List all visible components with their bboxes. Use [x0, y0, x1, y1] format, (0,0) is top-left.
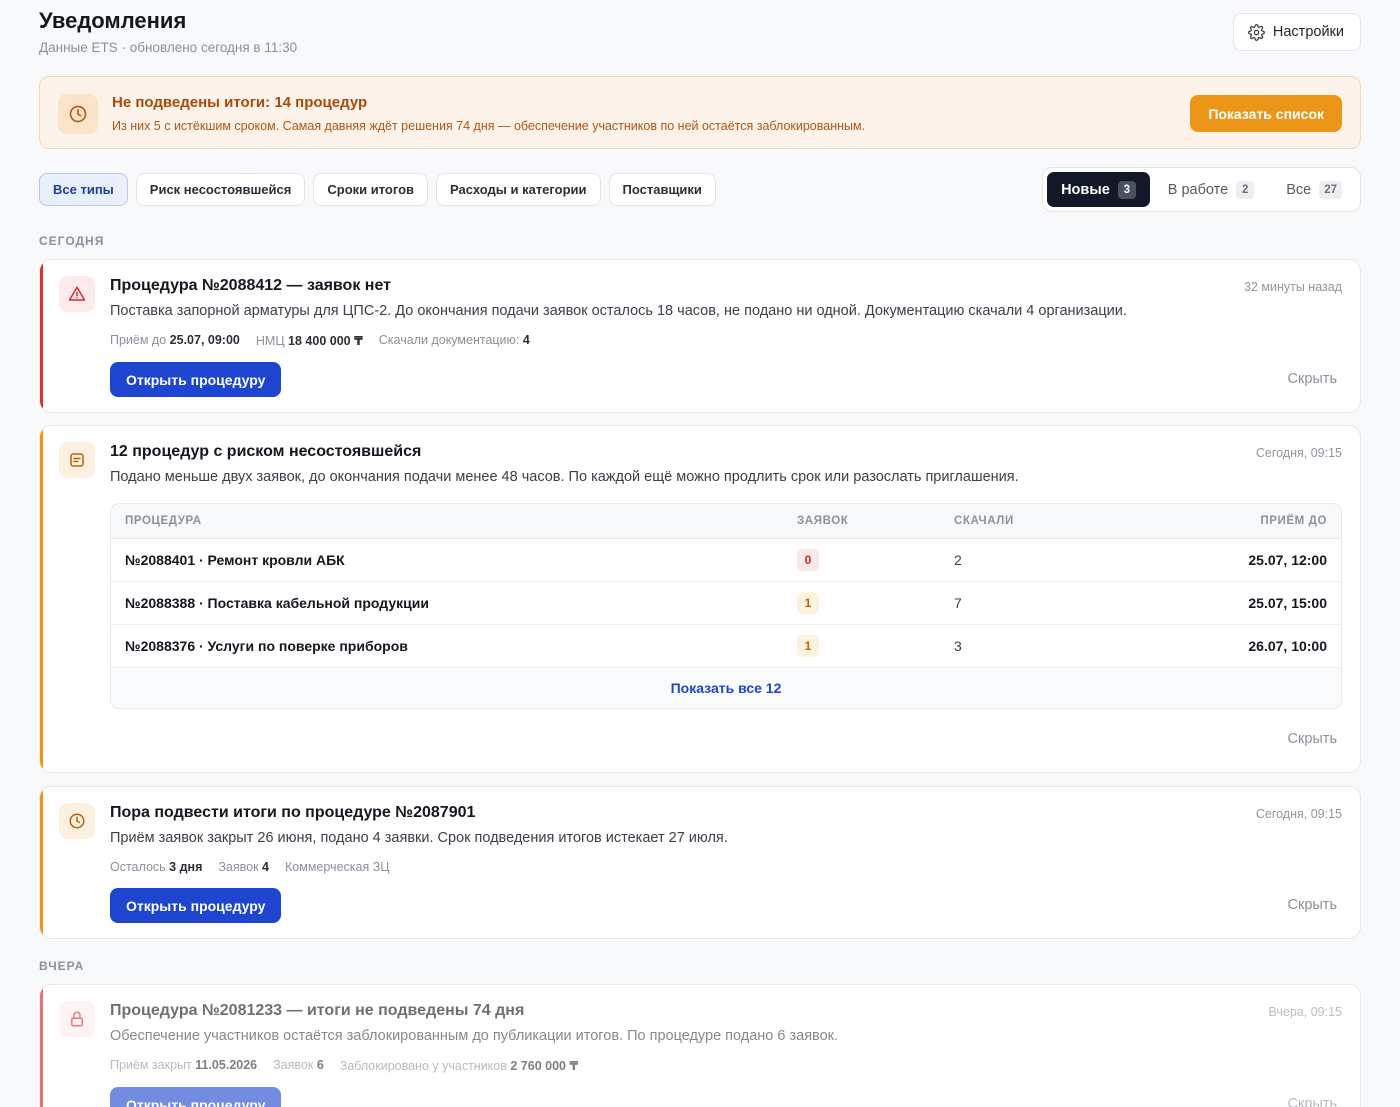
card-accent — [40, 426, 43, 772]
tab-in-progress-count: 2 — [1236, 180, 1255, 199]
card-title: Процедура №2081233 — итоги не подведены … — [110, 1002, 525, 1019]
settings-label: Настройки — [1272, 24, 1344, 40]
filter-failure-risk[interactable]: Риск несостоявшейся — [135, 173, 306, 206]
table-header: ПРОЦЕДУРА ЗАЯВОК СКАЧАЛИ ПРИЁМ ДО — [111, 504, 1341, 539]
pending-results-banner: Не подведены итоги: 14 процедур Из них 5… — [39, 76, 1361, 149]
meta-blocked: Заблокировано у участников 2 760 000 ₸ — [339, 1059, 579, 1073]
downloads-count: 2 — [954, 552, 962, 568]
tab-all-label: Все — [1286, 181, 1312, 198]
card-title: Пора подвести итоги по процедуре №208790… — [110, 804, 476, 821]
show-list-button[interactable]: Показать список — [1190, 95, 1342, 132]
tab-in-progress[interactable]: В работе 2 — [1154, 172, 1268, 207]
hide-button[interactable]: Скрыть — [1288, 897, 1338, 913]
deadline: 25.07, 12:00 — [1248, 552, 1327, 568]
procedure-name: №2088401 · Ремонт кровли АБК — [125, 552, 345, 568]
meta-bids: Заявок 6 — [273, 1058, 324, 1072]
card-accent — [40, 787, 43, 938]
open-procedure-button[interactable]: Открыть процедуру — [110, 888, 282, 923]
hide-button[interactable]: Скрыть — [1288, 731, 1338, 747]
tab-new-count: 3 — [1117, 180, 1136, 199]
bids-badge: 1 — [797, 592, 819, 614]
page-subtitle: Данные ETS · обновлено сегодня в 11:30 — [39, 40, 298, 55]
column-header-downloads: СКАЧАЛИ — [954, 515, 1014, 527]
settings-button[interactable]: Настройки — [1232, 13, 1361, 51]
notifications-page: Уведомления Данные ETS · обновлено сегод… — [39, 0, 1361, 1107]
lock-icon — [59, 1001, 95, 1037]
show-all-link[interactable]: Показать все 12 — [111, 668, 1341, 708]
section-yesterday: ВЧЕРА — [39, 959, 85, 973]
card-time: Сегодня, 09:15 — [1255, 807, 1342, 821]
filter-all-types[interactable]: Все типы — [39, 173, 128, 206]
card-description: Подано меньше двух заявок, до окончания … — [110, 469, 1019, 485]
tab-all-count: 27 — [1319, 180, 1342, 199]
card-title: Процедура №2088412 — заявок нет — [110, 277, 391, 294]
page-header: Уведомления Данные ETS · обновлено сегод… — [39, 0, 1361, 76]
card-description: Обеспечение участников остаётся заблокир… — [110, 1028, 839, 1044]
section-today: СЕГОДНЯ — [39, 234, 105, 248]
list-icon — [59, 442, 95, 478]
card-meta: Осталось 3 дня Заявок 4 Коммерческая ЗЦ — [110, 860, 390, 874]
warning-icon — [59, 276, 95, 312]
bids-badge: 0 — [797, 549, 819, 571]
type-filters: Все типы Риск несостоявшейся Сроки итого… — [39, 173, 716, 206]
banner-text: Из них 5 с истёкшим сроком. Самая давняя… — [112, 119, 866, 133]
table-row[interactable]: №2088401 · Ремонт кровли АБК 0 2 25.07, … — [111, 539, 1341, 582]
card-accent — [40, 260, 43, 412]
procedure-name: №2088376 · Услуги по поверке приборов — [125, 638, 408, 654]
filter-result-deadlines[interactable]: Сроки итогов — [313, 173, 429, 206]
bids-badge: 1 — [797, 635, 819, 657]
column-header-bids: ЗАЯВОК — [797, 515, 849, 527]
clock-icon — [59, 803, 95, 839]
meta-price: НМЦ 18 400 000 ₸ — [255, 334, 363, 348]
table-row[interactable]: №2088388 · Поставка кабельной продукции … — [111, 582, 1341, 625]
downloads-count: 7 — [954, 595, 962, 611]
meta-deadline: Приём до 25.07, 09:00 — [110, 333, 240, 347]
card-meta: Приём до 25.07, 09:00 НМЦ 18 400 000 ₸ С… — [110, 333, 530, 348]
card-time: Сегодня, 09:15 — [1255, 446, 1342, 460]
status-segmented-control: Новые 3 В работе 2 Все 27 — [1042, 167, 1361, 212]
banner-title: Не подведены итоги: 14 процедур — [112, 94, 368, 111]
card-meta: Приём закрыт 11.05.2026 Заявок 6 Заблоки… — [110, 1058, 578, 1073]
tab-all[interactable]: Все 27 — [1272, 172, 1356, 207]
notification-card-blocked-deposit: Процедура №2081233 — итоги не подведены … — [39, 984, 1361, 1107]
notification-card-failure-risk: 12 процедур с риском несостоявшейся Сего… — [39, 425, 1361, 773]
deadline: 25.07, 15:00 — [1248, 595, 1327, 611]
table-row[interactable]: №2088376 · Услуги по поверке приборов 1 … — [111, 625, 1341, 668]
gear-icon — [1248, 23, 1265, 41]
tab-new-label: Новые — [1061, 181, 1110, 198]
card-description: Приём заявок закрыт 26 июня, подано 4 за… — [110, 830, 728, 846]
meta-closed: Приём закрыт 11.05.2026 — [110, 1058, 258, 1072]
card-description: Поставка запорной арматуры для ЦПС-2. До… — [110, 303, 1127, 319]
card-title: 12 процедур с риском несостоявшейся — [110, 443, 422, 460]
downloads-count: 3 — [954, 638, 962, 654]
meta-remaining: Осталось 3 дня — [110, 860, 203, 874]
notification-card-results-due: Пора подвести итоги по процедуре №208790… — [39, 786, 1361, 939]
meta-type: Коммерческая ЗЦ — [285, 860, 390, 874]
column-header-deadline: ПРИЁМ ДО — [1260, 515, 1327, 527]
tab-new[interactable]: Новые 3 — [1047, 172, 1150, 207]
hide-button[interactable]: Скрыть — [1288, 371, 1338, 387]
tab-in-progress-label: В работе — [1167, 181, 1229, 198]
card-time: 32 минуты назад — [1244, 280, 1342, 294]
open-procedure-button[interactable]: Открыть процедуру — [110, 1087, 282, 1107]
filter-suppliers[interactable]: Поставщики — [608, 173, 716, 206]
card-accent — [40, 985, 43, 1107]
clock-icon — [58, 94, 98, 134]
filter-expenses-categories[interactable]: Расходы и категории — [436, 173, 601, 206]
deadline: 26.07, 10:00 — [1248, 638, 1327, 654]
card-time: Вчера, 09:15 — [1268, 1005, 1342, 1019]
procedure-name: №2088388 · Поставка кабельной продукции — [125, 595, 429, 611]
open-procedure-button[interactable]: Открыть процедуру — [110, 362, 282, 397]
notification-card-no-bids: Процедура №2088412 — заявок нет 32 минут… — [39, 259, 1361, 413]
page-title: Уведомления — [39, 8, 187, 33]
risk-procedures-table: ПРОЦЕДУРА ЗАЯВОК СКАЧАЛИ ПРИЁМ ДО №20884… — [110, 503, 1342, 709]
hide-button[interactable]: Скрыть — [1288, 1096, 1338, 1107]
meta-downloads: Скачали документацию: 4 — [378, 333, 530, 347]
column-header-procedure: ПРОЦЕДУРА — [125, 515, 202, 527]
meta-bids: Заявок 4 — [218, 860, 269, 874]
